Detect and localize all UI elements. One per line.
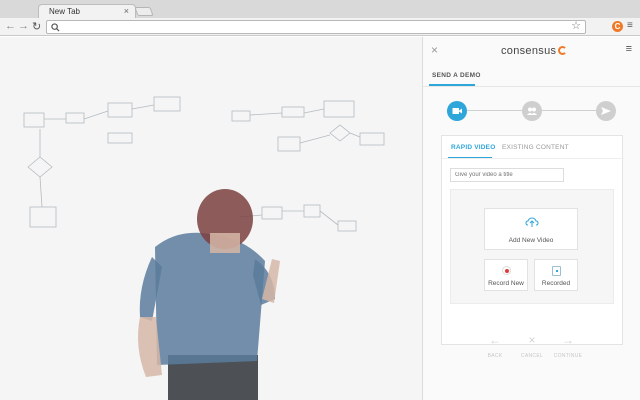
reload-icon[interactable]: ↻ — [32, 20, 41, 33]
continue-arrow-icon: → — [562, 333, 574, 347]
tab-strip: New Tab × — [0, 0, 640, 18]
step-video-camera-icon[interactable] — [447, 101, 467, 121]
browser-toolbar: ← → ↻ ☆ C ≡ — [0, 18, 640, 36]
whiteboard-image — [0, 37, 422, 400]
step-people-icon[interactable] — [522, 101, 542, 121]
add-new-video-button[interactable]: Add New Video — [484, 208, 578, 250]
tab-rapid-video[interactable]: RAPID VIDEO — [451, 144, 495, 151]
back-button[interactable]: ← BACK — [475, 333, 515, 359]
cancel-button[interactable]: × CANCEL — [512, 333, 552, 359]
add-new-video-label: Add New Video — [508, 237, 554, 244]
consensus-side-panel: × consensus ≡ SEND A DEMO RAPID VIDEO EX… — [422, 37, 640, 400]
recorded-button[interactable]: Recorded — [534, 259, 578, 291]
video-title-input[interactable] — [450, 168, 564, 182]
people-icon — [527, 107, 537, 115]
video-card: RAPID VIDEO EXISTING CONTENT Add New Vid… — [441, 135, 624, 345]
consensus-extension-icon[interactable]: C — [612, 21, 623, 32]
continue-label: CONTINUE — [553, 353, 583, 359]
page-title[interactable]: SEND A DEMO — [432, 72, 481, 79]
tab-existing-content[interactable]: EXISTING CONTENT — [502, 144, 569, 151]
recorded-label: Recorded — [541, 280, 571, 287]
upload-area: Add New Video Record New Recorded — [450, 189, 614, 304]
bookmark-star-icon[interactable]: ☆ — [571, 19, 581, 32]
close-tab-icon[interactable]: × — [124, 6, 129, 16]
new-tab-button[interactable] — [134, 7, 154, 16]
record-new-button[interactable]: Record New — [484, 259, 528, 291]
divider — [442, 158, 624, 159]
cloud-upload-icon — [525, 217, 539, 227]
back-label: BACK — [487, 353, 503, 359]
back-arrow-icon: ← — [489, 333, 501, 347]
tab-title: New Tab — [49, 7, 80, 16]
brand-name: consensus — [501, 45, 557, 57]
background-photo — [0, 37, 422, 400]
panel-menu-icon[interactable]: ≡ — [626, 43, 632, 55]
record-icon — [502, 266, 511, 275]
back-arrow-icon[interactable]: ← — [5, 20, 16, 32]
record-new-label: Record New — [488, 280, 524, 287]
address-bar[interactable]: ☆ — [46, 20, 586, 34]
search-icon — [51, 23, 60, 32]
step-send-icon[interactable] — [596, 101, 616, 121]
cancel-x-icon: × — [528, 333, 536, 347]
forward-arrow-icon[interactable]: → — [18, 20, 29, 32]
recorded-file-icon — [552, 266, 561, 276]
brand-mark-icon — [558, 46, 568, 55]
divider — [423, 86, 640, 87]
video-camera-icon — [452, 108, 462, 114]
cancel-label: CANCEL — [520, 353, 544, 359]
brand-logo: consensus — [501, 45, 568, 57]
continue-button[interactable]: → CONTINUE — [548, 333, 588, 359]
close-icon[interactable]: × — [431, 43, 438, 57]
send-icon — [601, 107, 611, 115]
browser-menu-icon[interactable]: ≡ — [627, 20, 633, 31]
tab-new-tab[interactable]: New Tab × — [38, 4, 136, 18]
